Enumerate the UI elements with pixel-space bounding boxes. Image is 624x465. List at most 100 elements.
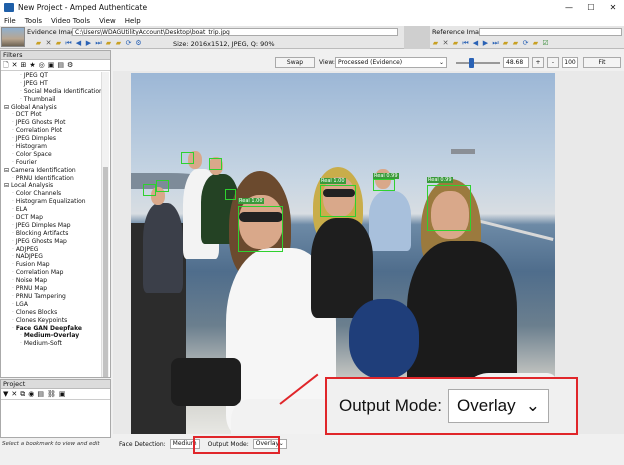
zoom-value-field[interactable]: 48.68 xyxy=(503,57,529,68)
clear-icon[interactable]: ✕ xyxy=(442,39,449,47)
zoom-in-button[interactable]: + xyxy=(532,57,544,68)
filter-item[interactable]: · JPEG QT xyxy=(2,72,102,80)
face-box-small[interactable] xyxy=(225,189,236,200)
open-folder-icon[interactable]: ▰ xyxy=(432,39,439,47)
next-frame-icon[interactable]: ⏭ xyxy=(95,39,102,47)
collapse-icon[interactable]: ⊟ xyxy=(4,182,11,189)
filter-item[interactable]: · PRNU Identification xyxy=(2,175,102,183)
open-folder-icon[interactable]: ▰ xyxy=(35,39,42,47)
filter-item[interactable]: · Fusion Map xyxy=(2,261,102,269)
check-icon[interactable]: ☑ xyxy=(542,39,549,47)
save-icon[interactable]: ▣ xyxy=(59,390,66,399)
new-icon[interactable]: 🗋 xyxy=(3,61,9,70)
maximize-button[interactable]: ☐ xyxy=(580,0,602,15)
face-box[interactable] xyxy=(238,206,283,252)
filter-item[interactable]: · Medium-Soft xyxy=(2,340,102,348)
filter-icon[interactable]: ▼ xyxy=(3,390,8,399)
delete-icon[interactable]: ✕ xyxy=(11,390,17,399)
filter-tree-scrollbar[interactable] xyxy=(101,72,109,377)
face-box-small[interactable] xyxy=(156,180,169,192)
clear-icon[interactable]: ✕ xyxy=(45,39,52,47)
filter-item[interactable]: · Medium-Overlay xyxy=(2,332,102,340)
save-icon[interactable]: ▰ xyxy=(512,39,519,47)
save-icon[interactable]: ▰ xyxy=(115,39,122,47)
refresh-icon[interactable]: ⟳ xyxy=(522,39,529,47)
filter-item[interactable]: · JPEG Ghosts Map xyxy=(2,238,102,246)
export-icon[interactable]: ▤ xyxy=(57,61,64,70)
prev-frame-icon[interactable]: ◀ xyxy=(75,39,82,47)
filter-item[interactable]: · LGA xyxy=(2,301,102,309)
filter-item[interactable]: · JPEG Ghosts Plot xyxy=(2,119,102,127)
expand-icon[interactable]: ⊞ xyxy=(21,61,27,70)
next-frame-icon[interactable]: ⏭ xyxy=(492,39,499,47)
filter-category[interactable]: ⊟ Local Analysis xyxy=(2,182,102,190)
face-box[interactable] xyxy=(373,179,395,191)
prev-frame-icon[interactable]: ◀ xyxy=(472,39,479,47)
bookmark-icon[interactable]: ▰ xyxy=(452,39,459,47)
filter-item[interactable]: · Correlation Map xyxy=(2,269,102,277)
face-box-small[interactable] xyxy=(209,158,222,170)
menu-video-tools[interactable]: Video Tools xyxy=(51,17,90,25)
filter-item[interactable]: · ELA xyxy=(2,206,102,214)
filter-item[interactable]: · Histogram xyxy=(2,143,102,151)
filter-item[interactable]: · Clones Blocks xyxy=(2,309,102,317)
copy-icon[interactable]: ⧉ xyxy=(20,390,25,399)
filter-item[interactable]: · DCT Plot xyxy=(2,111,102,119)
target-icon[interactable]: ◎ xyxy=(39,61,45,70)
filter-item[interactable]: · JPEG Dimples xyxy=(2,135,102,143)
evidence-path-field[interactable]: C:\Users\WDAGUtilityAccount\Desktop\boat… xyxy=(72,28,398,36)
save-icon[interactable]: ▣ xyxy=(48,61,55,70)
play-icon[interactable]: ▶ xyxy=(482,39,489,47)
menu-help[interactable]: Help xyxy=(125,17,141,25)
minimize-button[interactable]: — xyxy=(558,0,580,15)
filter-item[interactable]: · Clones Keypoints xyxy=(2,317,102,325)
filter-item[interactable]: · Histogram Equalization xyxy=(2,198,102,206)
export-icon[interactable]: ▰ xyxy=(502,39,509,47)
filter-category[interactable]: ⊟ Global Analysis xyxy=(2,104,102,112)
swap-button[interactable]: Swap xyxy=(275,57,315,68)
bookmark-icon[interactable]: ▰ xyxy=(55,39,62,47)
link-icon[interactable]: ⛓ xyxy=(47,390,56,399)
menu-tools[interactable]: Tools xyxy=(25,17,42,25)
first-frame-icon[interactable]: ⏮ xyxy=(65,39,72,47)
filter-item[interactable]: · Noise Map xyxy=(2,277,102,285)
collapse-icon[interactable]: ⊟ xyxy=(4,167,11,174)
view-icon[interactable]: ◉ xyxy=(28,390,34,399)
filter-item[interactable]: · Blocking Artifacts xyxy=(2,230,102,238)
bookmark-icon[interactable]: ★ xyxy=(29,61,35,70)
collapse-icon[interactable]: ⊟ xyxy=(4,104,11,111)
menu-view[interactable]: View xyxy=(99,17,116,25)
filter-item[interactable]: · Thumbnail xyxy=(2,96,102,104)
filter-item[interactable]: · PRNU Tampering xyxy=(2,293,102,301)
zoom-out-button[interactable]: - xyxy=(547,57,559,68)
zoom-slider-track[interactable] xyxy=(456,62,500,64)
filter-item[interactable]: · JPEG Dimples Map xyxy=(2,222,102,230)
reference-thumbnail[interactable] xyxy=(404,26,430,49)
filter-item[interactable]: · Correlation Plot xyxy=(2,127,102,135)
settings-icon[interactable]: ⚙ xyxy=(67,61,73,70)
refresh-icon[interactable]: ⟳ xyxy=(125,39,132,47)
zoom-100-button[interactable]: 100 xyxy=(562,57,578,68)
close-button[interactable]: ✕ xyxy=(602,0,624,15)
play-icon[interactable]: ▶ xyxy=(85,39,92,47)
filter-item[interactable]: · ADJPEG xyxy=(2,246,102,254)
first-frame-icon[interactable]: ⏮ xyxy=(462,39,469,47)
filter-item[interactable]: · Fourier xyxy=(2,159,102,167)
zoom-slider-handle[interactable] xyxy=(469,58,475,68)
face-box-small[interactable] xyxy=(143,184,156,196)
reference-path-field[interactable] xyxy=(479,28,622,36)
fit-button[interactable]: Fit xyxy=(583,57,621,68)
delete-icon[interactable]: ✕ xyxy=(12,61,18,70)
filter-item[interactable]: · Social Media Identification xyxy=(2,88,102,96)
filter-category[interactable]: ⊟ Camera Identification xyxy=(2,167,102,175)
scrollbar-thumb[interactable] xyxy=(103,167,108,377)
menu-file[interactable]: File xyxy=(4,17,16,25)
view-select[interactable]: Processed (Evidence) ⌄ xyxy=(335,57,447,68)
settings-icon[interactable]: ⚙ xyxy=(135,39,142,47)
filter-item[interactable]: · JPEG HT xyxy=(2,80,102,88)
face-box-small[interactable] xyxy=(181,152,194,164)
filter-item[interactable]: · NADJPEG xyxy=(2,253,102,261)
face-box[interactable] xyxy=(320,185,356,217)
filter-item[interactable]: · Color Space xyxy=(2,151,102,159)
compare-icon[interactable]: ▰ xyxy=(532,39,539,47)
